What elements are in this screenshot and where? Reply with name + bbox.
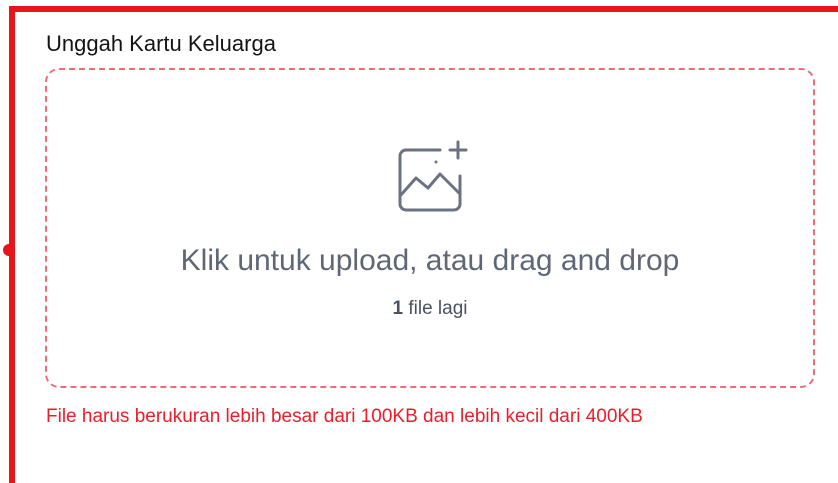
error-message: File harus berukuran lebih besar dari 10… — [46, 406, 643, 427]
dropzone-prompt: Klik untuk upload, atau drag and drop — [180, 244, 680, 277]
remaining-count: 1 — [392, 298, 404, 319]
image-add-icon — [394, 138, 470, 214]
file-dropzone[interactable] — [45, 68, 815, 388]
canvas: Unggah Kartu Keluarga Klik untuk upload,… — [0, 0, 838, 483]
field-label: Unggah Kartu Keluarga — [46, 31, 276, 56]
highlight-marker — [3, 244, 15, 256]
remaining-files-text: 1 file lagi — [45, 298, 815, 320]
remaining-suffix: file lagi — [403, 298, 468, 319]
